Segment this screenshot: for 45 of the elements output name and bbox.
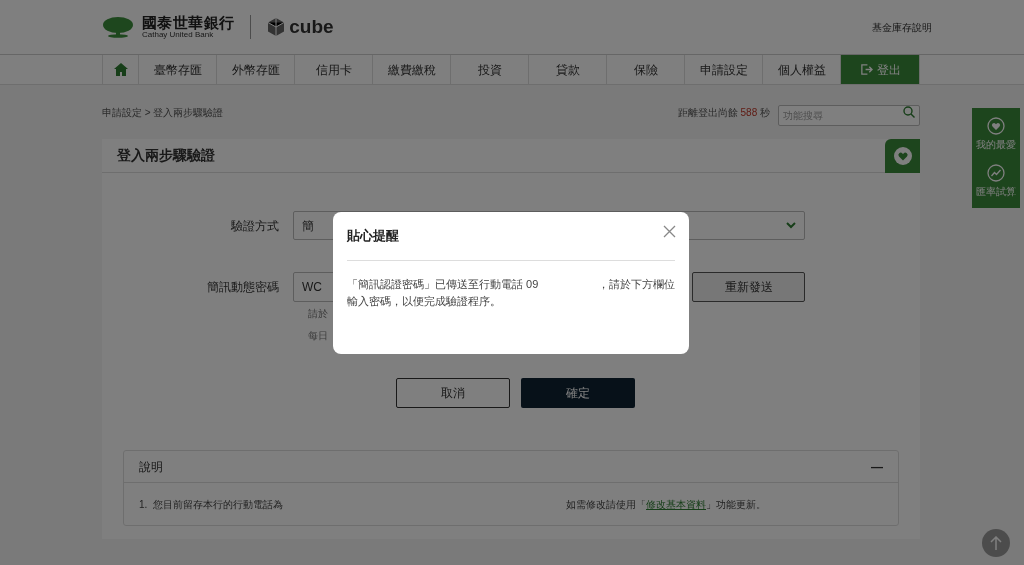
notes-title: 說明 xyxy=(139,458,163,476)
nav-tab[interactable]: 繳費繳稅 xyxy=(373,55,451,84)
search-icon xyxy=(903,105,915,118)
nav-tab[interactable]: 申請設定 xyxy=(685,55,763,84)
resend-button[interactable]: 重新發送 xyxy=(692,272,805,302)
note-text: 您目前留存本行的行動電話為 xyxy=(153,497,284,512)
close-icon xyxy=(663,224,676,238)
dialog-message: ，請於下方欄位 xyxy=(598,277,675,292)
page-title: 登入兩步驟驗證 xyxy=(117,146,215,165)
up-arrow-icon xyxy=(990,536,1002,550)
session-timer: 距離登出尚餘 588 秒 xyxy=(677,105,770,120)
nav-tab[interactable]: 保險 xyxy=(607,55,685,84)
logout-icon xyxy=(859,63,873,76)
field-label: 簡訊動態密碼 xyxy=(206,279,280,296)
dialog-title: 貼心提醒 xyxy=(347,227,399,246)
back-to-top-button[interactable] xyxy=(982,529,1010,557)
brand-name: cube xyxy=(289,14,334,39)
chevron-icon xyxy=(786,222,796,229)
favorite-button[interactable] xyxy=(885,138,920,173)
edit-profile-link[interactable]: 修改基本資料 xyxy=(646,498,706,510)
side-shortcut[interactable]: 匯率試算 xyxy=(976,160,1016,203)
nav-tab[interactable]: 貸款 xyxy=(529,55,607,84)
note-text: 如需修改請使用「修改基本資料」功能更新。 xyxy=(566,497,766,512)
close-button[interactable] xyxy=(663,224,677,238)
bank-name-english: Cathay United Bank xyxy=(142,31,215,39)
fund-link[interactable]: 基金庫存說明 xyxy=(872,19,932,35)
nav-tab[interactable]: 臺幣存匯 xyxy=(139,55,217,84)
tree-logo-icon xyxy=(102,16,134,38)
list-number: 1. xyxy=(139,497,149,512)
collapse-button[interactable]: — xyxy=(871,457,883,476)
side-shortcut[interactable]: 我的最愛 xyxy=(976,113,1016,156)
dialog-message: 輸入密碼，以便完成驗證程序。 xyxy=(347,294,501,309)
dialog-message: 「簡訊認證密碼」已傳送至行動電話 09 xyxy=(347,277,539,292)
bank-name: 國泰世華銀行 xyxy=(142,15,235,30)
nav-tab[interactable]: 投資 xyxy=(451,55,529,84)
trend-icon xyxy=(987,164,1005,182)
confirm-button[interactable]: 確定 xyxy=(520,378,635,408)
nav-tab[interactable]: 外幣存匯 xyxy=(217,55,295,84)
cube-logo-icon xyxy=(267,17,286,37)
nav-tab[interactable]: 信用卡 xyxy=(295,55,373,84)
breadcrumb: 申請設定 > 登入兩步驟驗證 xyxy=(102,105,224,120)
cancel-button[interactable]: 取消 xyxy=(395,378,510,408)
field-label: 驗證方式 xyxy=(230,217,280,235)
logout-button[interactable]: 登出 xyxy=(841,55,919,84)
home-icon xyxy=(113,63,128,76)
